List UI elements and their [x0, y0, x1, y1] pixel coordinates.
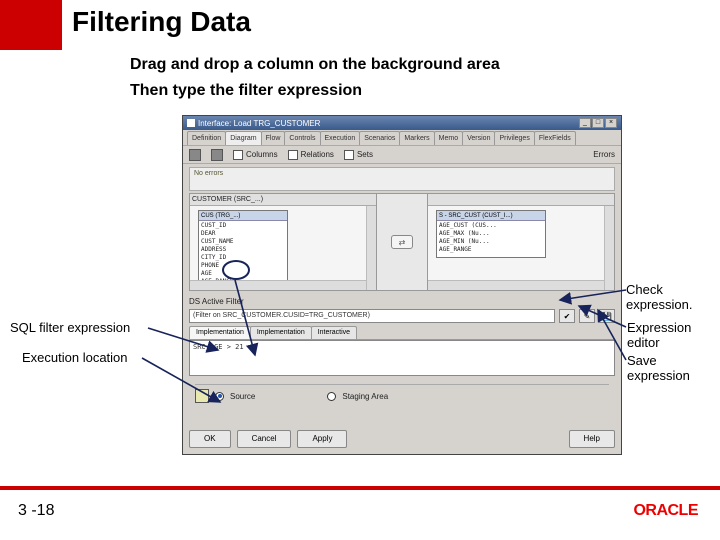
radio-source-label: Source — [230, 392, 255, 401]
annot-save-expression: Save expression — [627, 353, 720, 383]
relations-checkbox[interactable] — [288, 150, 298, 160]
errors-label: Errors — [593, 150, 615, 159]
lower-pane: DS Active Filter (Filter on SRC_CUSTOMER… — [189, 297, 615, 403]
radio-staging-label: Staging Area — [342, 392, 388, 401]
bottom-accent-bar — [0, 486, 720, 490]
top-tab[interactable]: Diagram — [225, 131, 261, 145]
column-row[interactable]: DEAR — [201, 230, 285, 238]
subtab[interactable]: Implementation — [189, 326, 251, 339]
maximize-button[interactable]: □ — [592, 118, 604, 128]
diagram-icon[interactable] — [189, 149, 201, 161]
column-row[interactable]: CUST_ID — [201, 222, 285, 230]
oracle-logo: ORACLE — [633, 502, 698, 520]
close-button[interactable]: × — [605, 118, 617, 128]
subtab[interactable]: Interactive — [311, 326, 357, 339]
columns-checkbox[interactable] — [233, 150, 243, 160]
radio-source[interactable] — [215, 392, 224, 401]
annot-expression-editor: Expression editor — [627, 320, 720, 350]
slide-number: 3 -18 — [18, 502, 54, 520]
top-tab[interactable]: Controls — [284, 131, 320, 145]
annot-check-expression: Check expression. — [626, 282, 720, 312]
relations-label: Relations — [301, 150, 334, 159]
top-tab[interactable]: Execution — [320, 131, 361, 145]
source-table-box[interactable]: S - SRC_CUST (CUST_I...) AGE_CUST (CUS..… — [436, 210, 546, 258]
app-icon — [187, 119, 195, 127]
annot-sql-filter-expression: SQL filter expression — [10, 320, 130, 335]
callout-oval — [222, 260, 250, 280]
slide-title: Filtering Data — [72, 6, 251, 38]
sets-checkbox[interactable] — [344, 150, 354, 160]
top-tab[interactable]: Flow — [261, 131, 286, 145]
app-window: Interface: Load TRG_CUSTOMER _ □ × Defin… — [182, 115, 622, 455]
scrollbar-v[interactable] — [604, 206, 614, 290]
sets-label: Sets — [357, 150, 373, 159]
exec-icon — [195, 389, 209, 403]
target-panel-head: CUSTOMER (SRC_...) — [190, 194, 376, 206]
check-expression-button[interactable]: ✔ — [559, 309, 575, 323]
scrollbar-v[interactable] — [366, 206, 376, 290]
source-table-rows[interactable]: AGE_CUST (CUS...AGE_MAX (Nu...AGE_MIN (N… — [437, 221, 545, 255]
scrollbar-h[interactable] — [428, 280, 604, 290]
top-tabbar: DefinitionDiagramFlowControlsExecutionSc… — [183, 130, 621, 146]
apply-button[interactable]: Apply — [297, 430, 347, 448]
save-expression-button[interactable]: 💾 — [599, 309, 615, 323]
column-row[interactable]: CUST_NAME — [201, 238, 285, 246]
scrollbar-h[interactable] — [190, 280, 366, 290]
column-row[interactable]: AGE_RANGE — [439, 246, 543, 254]
source-table-head: S - SRC_CUST (CUST_I...) — [437, 211, 545, 221]
column-row[interactable]: AGE_MAX (Nu... — [439, 230, 543, 238]
link-area: ⇄ — [377, 193, 427, 291]
accent-block — [0, 0, 62, 50]
button-row: OK Cancel Apply Help — [189, 430, 615, 448]
subtabs: ImplementationImplementationInteractive — [189, 326, 615, 340]
cancel-button[interactable]: Cancel — [237, 430, 292, 448]
help-button[interactable]: Help — [569, 430, 615, 448]
target-table-head: CUS (TRG_...) — [199, 211, 287, 221]
top-tab[interactable]: Privileges — [494, 131, 534, 145]
minimize-button[interactable]: _ — [579, 118, 591, 128]
top-tab[interactable]: Memo — [434, 131, 463, 145]
slide-subtitle-2: Then type the filter expression — [130, 82, 362, 100]
top-tab[interactable]: Scenarios — [359, 131, 400, 145]
column-row[interactable]: ADDRESS — [201, 246, 285, 254]
active-filter-label: DS Active Filter — [189, 297, 244, 306]
columns-label: Columns — [246, 150, 278, 159]
column-row[interactable]: AGE_MIN (Nu... — [439, 238, 543, 246]
source-panel-head — [428, 194, 614, 206]
radio-staging[interactable] — [327, 392, 336, 401]
execution-location-row: Source Staging Area — [195, 389, 609, 403]
layout-icon[interactable] — [211, 149, 223, 161]
titlebar: Interface: Load TRG_CUSTOMER _ □ × — [183, 116, 621, 130]
divider — [195, 384, 609, 385]
expression-editor-button[interactable]: ✎ — [579, 309, 595, 323]
error-box: No errors — [189, 167, 615, 191]
slide-subtitle-1: Drag and drop a column on the background… — [130, 56, 500, 74]
sql-filter-expression[interactable]: SRC_AGE > 21 — [189, 340, 615, 376]
top-tab[interactable]: FlexFields — [534, 131, 576, 145]
source-panel: S - SRC_CUST (CUST_I...) AGE_CUST (CUS..… — [427, 193, 615, 291]
target-panel-title: CUSTOMER (SRC_...) — [192, 196, 263, 203]
annot-execution-location: Execution location — [22, 350, 128, 365]
diagram-area[interactable]: CUSTOMER (SRC_...) CUS (TRG_...) CUST_ID… — [189, 193, 615, 291]
subtab[interactable]: Implementation — [250, 326, 312, 339]
active-filter-field[interactable]: (Filter on SRC_CUSTOMER.CUSID=TRG_CUSTOM… — [189, 309, 555, 323]
window-title: Interface: Load TRG_CUSTOMER — [198, 119, 320, 128]
toolbar: Columns Relations Sets Errors — [183, 146, 621, 164]
link-icon[interactable]: ⇄ — [391, 235, 413, 249]
target-panel: CUSTOMER (SRC_...) CUS (TRG_...) CUST_ID… — [189, 193, 377, 291]
top-tab[interactable]: Definition — [187, 131, 226, 145]
column-row[interactable]: AGE_CUST (CUS... — [439, 222, 543, 230]
top-tab[interactable]: Markers — [399, 131, 434, 145]
top-tab[interactable]: Version — [462, 131, 495, 145]
ok-button[interactable]: OK — [189, 430, 231, 448]
